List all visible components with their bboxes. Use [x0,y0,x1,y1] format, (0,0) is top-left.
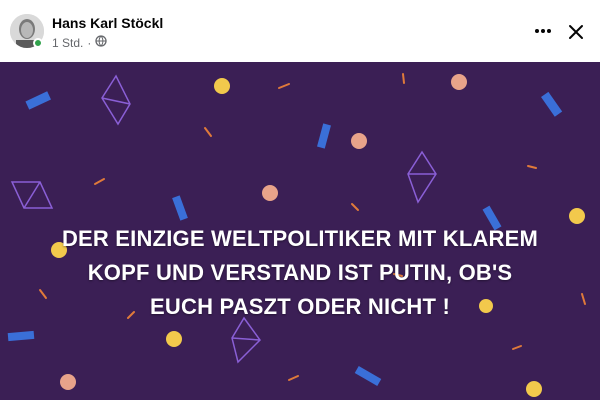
post-text-line-3: EUCH PASZT ODER NICHT ! [150,294,450,319]
close-button[interactable] [562,18,590,46]
author-name[interactable]: Hans Karl Stöckl [52,15,163,31]
post-timestamp[interactable]: 1 Std. [52,36,83,50]
more-options-icon [535,29,551,33]
online-status-dot [33,38,43,48]
post-text: DER EINZIGE WELTPOLITIKER MIT KLAREM KOP… [20,222,580,324]
post-text-line-2: KOPF UND VERSTAND IST PUTIN, OB'S [87,260,513,285]
close-icon [569,25,583,39]
facebook-post: Hans Karl Stöckl 1 Std. · DER EINZIGE WE… [0,0,600,400]
globe-icon[interactable] [95,35,108,50]
post-header: Hans Karl Stöckl 1 Std. · [0,0,600,62]
meta-separator: · [87,35,92,50]
post-meta: 1 Std. · [52,35,108,50]
post-background-canvas: DER EINZIGE WELTPOLITIKER MIT KLAREM KOP… [0,62,600,400]
more-options-button[interactable] [528,20,558,42]
post-text-line-1: DER EINZIGE WELTPOLITIKER MIT KLAREM [61,226,539,251]
